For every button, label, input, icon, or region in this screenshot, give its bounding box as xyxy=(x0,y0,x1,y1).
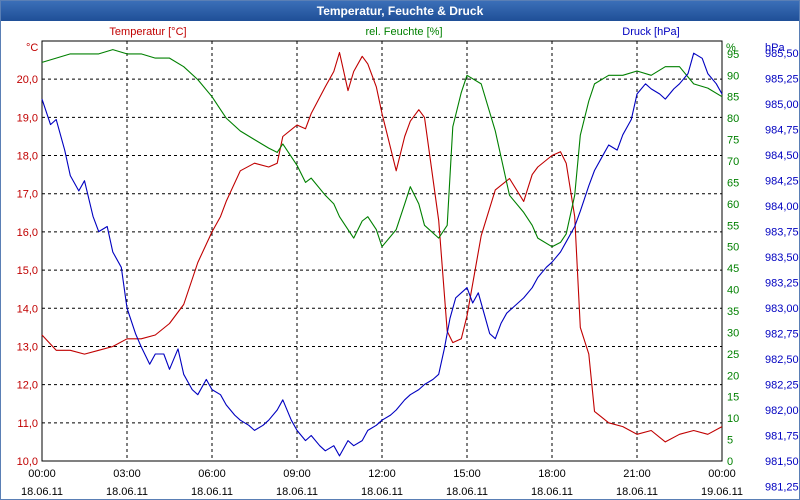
y-tick-label-humidity: 35 xyxy=(727,306,739,318)
y-tick-label-temperature: 13,0 xyxy=(17,341,38,353)
x-tick-label-time: 18:00 xyxy=(538,468,566,480)
x-tick-label-date: 18.06.11 xyxy=(276,486,318,498)
y-tick-label-temperature: 14,0 xyxy=(17,303,38,315)
series-label: rel. Feuchte [%] xyxy=(365,26,442,38)
axis-unit-temperature: °C xyxy=(26,42,38,54)
series-label: Temperatur [°C] xyxy=(109,26,186,38)
y-tick-label-humidity: 75 xyxy=(727,135,739,147)
y-tick-label-temperature: 16,0 xyxy=(17,227,38,239)
x-tick-label-time: 03:00 xyxy=(113,468,141,480)
y-tick-label-pressure: 982,50 xyxy=(765,354,799,366)
y-tick-label-humidity: 65 xyxy=(727,177,739,189)
y-tick-label-pressure: 984,25 xyxy=(765,176,799,188)
x-tick-label-date: 18.06.11 xyxy=(106,486,148,498)
y-tick-label-temperature: 11,0 xyxy=(17,418,38,430)
x-tick-label-time: 12:00 xyxy=(368,468,396,480)
x-tick-label-date: 18.06.11 xyxy=(191,486,233,498)
axis-unit-pressure: hPa xyxy=(765,42,785,54)
y-tick-label-pressure: 981,75 xyxy=(765,431,799,443)
x-tick-label-date: 18.06.11 xyxy=(616,486,658,498)
chart-window: Temperatur, Feuchte & Druck 10,0 11,0 12,0… xyxy=(0,0,800,500)
y-tick-label-humidity: 85 xyxy=(727,92,739,104)
y-tick-label-pressure: 982,75 xyxy=(765,329,799,341)
y-tick-label-humidity: 5 xyxy=(727,435,733,447)
y-tick-label-humidity: 25 xyxy=(727,349,739,361)
y-tick-label-pressure: 983,50 xyxy=(765,252,799,264)
x-tick-label-time: 21:00 xyxy=(623,468,651,480)
y-tick-label-pressure: 981,50 xyxy=(765,456,799,468)
x-tick-label-time: 00:00 xyxy=(708,468,736,480)
y-tick-label-pressure: 985,00 xyxy=(765,99,799,111)
y-tick-label-humidity: 15 xyxy=(727,392,739,404)
y-tick-label-humidity: 55 xyxy=(727,220,739,232)
y-tick-label-pressure: 985,25 xyxy=(765,74,799,86)
y-tick-label-humidity: 20 xyxy=(727,370,739,382)
y-tick-label-pressure: 983,75 xyxy=(765,227,799,239)
chart-title: Temperatur, Feuchte & Druck xyxy=(1,1,799,21)
y-tick-label-pressure: 981,25 xyxy=(765,481,799,493)
y-tick-label-humidity: 70 xyxy=(727,156,739,168)
y-tick-label-pressure: 983,25 xyxy=(765,278,799,290)
x-tick-label-time: 09:00 xyxy=(283,468,311,480)
y-tick-label-humidity: 45 xyxy=(727,263,739,275)
y-tick-label-pressure: 984,00 xyxy=(765,201,799,213)
y-tick-label-pressure: 983,00 xyxy=(765,303,799,315)
x-tick-label-time: 15:00 xyxy=(453,468,481,480)
x-tick-label-date: 18.06.11 xyxy=(446,486,488,498)
y-tick-label-temperature: 20,0 xyxy=(17,74,38,86)
y-tick-label-temperature: 18,0 xyxy=(17,151,38,163)
y-tick-label-pressure: 982,00 xyxy=(765,405,799,417)
y-tick-label-humidity: 80 xyxy=(727,113,739,125)
chart-canvas: 10,0 11,0 12,0 13,0 14,0 15,0 16,0 17,0 18,0 19,0… xyxy=(17,26,799,498)
series-label: Druck [hPa] xyxy=(622,26,679,38)
x-tick-label-time: 00:00 xyxy=(28,468,56,480)
y-tick-label-humidity: 50 xyxy=(727,242,739,254)
y-tick-label-humidity: 0 xyxy=(727,456,733,468)
x-tick-label-date: 18.06.11 xyxy=(21,486,63,498)
y-tick-label-pressure: 982,25 xyxy=(765,380,799,392)
y-tick-label-temperature: 12,0 xyxy=(17,380,38,392)
x-tick-label-time: 06:00 xyxy=(198,468,226,480)
x-tick-label-date: 18.06.11 xyxy=(531,486,573,498)
y-tick-label-temperature: 15,0 xyxy=(17,265,38,277)
y-tick-label-humidity: 10 xyxy=(727,413,739,425)
x-tick-label-date: 18.06.11 xyxy=(361,486,403,498)
y-tick-label-pressure: 984,75 xyxy=(765,125,799,137)
y-tick-label-pressure: 984,50 xyxy=(765,150,799,162)
y-tick-label-humidity: 90 xyxy=(727,70,739,82)
y-tick-label-humidity: 40 xyxy=(727,285,739,297)
x-tick-label-date: 19.06.11 xyxy=(701,486,743,498)
y-tick-label-temperature: 19,0 xyxy=(17,112,38,124)
axis-unit-humidity: % xyxy=(726,42,736,54)
y-tick-label-humidity: 60 xyxy=(727,199,739,211)
y-tick-label-humidity: 30 xyxy=(727,327,739,339)
y-tick-label-temperature: 17,0 xyxy=(17,189,38,201)
y-tick-label-temperature: 10,0 xyxy=(17,456,38,468)
